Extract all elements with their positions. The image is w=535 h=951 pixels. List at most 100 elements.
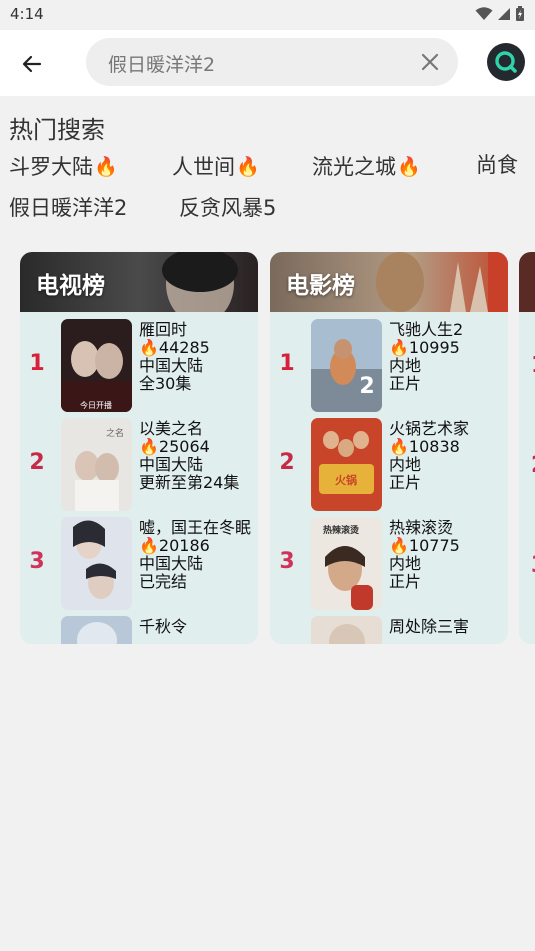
poster-image: 今日开播	[61, 319, 132, 412]
ranking-card-movie: 电影榜 1 2 飞驰人生2 🔥10995 内地 正片 2 火锅 火锅艺术家 🔥1…	[270, 252, 508, 644]
close-icon	[421, 53, 439, 71]
rank-number: 3	[29, 549, 45, 574]
item-title: 热辣滚烫	[389, 519, 454, 537]
heat-count: 25064	[158, 438, 210, 456]
rank-number: 3	[279, 549, 295, 574]
peek-card-image: 1 2 3	[519, 252, 535, 578]
item-title: 嘘，国王在冬眠	[139, 519, 251, 537]
search-submit-button[interactable]	[487, 43, 525, 81]
ranking-row[interactable]: 2 火锅 火锅艺术家 🔥10838 内地 正片	[270, 418, 508, 514]
item-title: 火锅艺术家	[389, 420, 470, 438]
rank-number: 1	[29, 351, 45, 376]
heat-line: 🔥10838	[389, 438, 501, 456]
svg-text:3: 3	[531, 553, 535, 578]
battery-icon	[516, 6, 524, 21]
ranking-row[interactable]: 1 今日开播 雁回时 🔥44285 中国大陆 全30集	[20, 319, 258, 415]
item-info: 嘘，国王在冬眠 🔥20186 中国大陆 已完结	[139, 519, 251, 591]
item-region: 内地	[389, 357, 422, 375]
status-bar: 4:14	[0, 0, 535, 30]
heat-line: 🔥44285	[139, 339, 251, 357]
ranking-row[interactable]: 2 之名 以美之名 🔥25064 中国大陆 更新至第24集	[20, 418, 258, 514]
fire-icon: 🔥	[139, 537, 159, 555]
status-time: 4:14	[10, 5, 44, 23]
poster-image: 火锅	[311, 418, 382, 511]
hot-search-item[interactable]: 假日暖洋洋2	[9, 192, 127, 222]
item-info: 热辣滚烫 🔥10775 内地 正片	[389, 519, 501, 591]
item-status: 正片	[389, 573, 422, 591]
item-region: 中国大陆	[139, 456, 204, 474]
item-title: 周处除三害	[389, 618, 470, 636]
hot-search-label: 斗罗大陆	[9, 155, 93, 179]
item-region: 内地	[389, 456, 422, 474]
hot-search-label: 流光之城	[312, 155, 396, 179]
item-title: 飞驰人生2	[389, 321, 464, 339]
poster-image	[61, 616, 132, 644]
ranking-row[interactable]: 1 2 飞驰人生2 🔥10995 内地 正片	[270, 319, 508, 415]
item-info: 火锅艺术家 🔥10838 内地 正片	[389, 420, 501, 492]
fire-icon: 🔥	[389, 438, 409, 456]
ranking-card-tv: 电视榜 1 今日开播 雁回时 🔥44285 中国大陆 全30集 2 之名 以美之…	[20, 252, 258, 644]
hot-search-label: 反贪风暴5	[179, 196, 277, 220]
svg-text:之名: 之名	[106, 427, 124, 439]
card-title: 电影榜	[286, 273, 355, 299]
item-status: 全30集	[139, 375, 192, 393]
rank-number: 2	[279, 450, 295, 475]
poster-image	[61, 517, 132, 610]
item-status: 正片	[389, 375, 422, 393]
ranking-card-next[interactable]: 1 2 3	[519, 252, 535, 644]
hot-search-item[interactable]: 人世间 🔥	[172, 151, 260, 181]
heat-count: 10838	[408, 438, 460, 456]
search-icon	[495, 51, 517, 73]
rank-number: 2	[29, 450, 45, 475]
poster-image: 热辣滚烫	[311, 517, 382, 610]
item-title: 雁回时	[139, 321, 188, 339]
rank-number: 1	[279, 351, 295, 376]
fire-icon: 🔥	[236, 155, 260, 178]
item-title: 以美之名	[139, 420, 204, 438]
svg-text:1: 1	[531, 353, 535, 378]
status-icons	[475, 6, 525, 22]
heat-line: 🔥10775	[389, 537, 501, 555]
fire-icon: 🔥	[389, 339, 409, 357]
heat-count: 10775	[408, 537, 460, 555]
card-header-image: 电影榜	[270, 252, 508, 312]
search-input[interactable]: 假日暖洋洋2	[108, 50, 215, 77]
ranking-row[interactable]: 3 嘘，国王在冬眠 🔥20186 中国大陆 已完结	[20, 517, 258, 613]
back-button[interactable]	[14, 46, 50, 82]
clear-search-button[interactable]	[418, 50, 442, 74]
heat-count: 10995	[408, 339, 460, 357]
heat-line: 🔥10995	[389, 339, 501, 357]
hot-search-title: 热门搜索	[9, 116, 105, 144]
heat-line: 🔥25064	[139, 438, 251, 456]
hot-search-item[interactable]: 反贪风暴5	[179, 192, 276, 222]
hot-search-label: 尚食	[476, 153, 518, 177]
hot-search-item[interactable]: 流光之城 🔥	[312, 151, 421, 181]
arrow-left-icon	[22, 55, 42, 73]
fire-icon: 🔥	[139, 339, 159, 357]
ranking-row[interactable]: 周处除三害	[270, 616, 508, 644]
hot-search-item[interactable]: 尚食	[476, 149, 518, 179]
fire-icon: 🔥	[389, 537, 409, 555]
card-header-image: 电视榜	[20, 252, 258, 324]
wifi-icon	[475, 7, 493, 20]
svg-text:2: 2	[359, 374, 374, 399]
fire-icon: 🔥	[397, 155, 421, 178]
hot-search-label: 假日暖洋洋2	[9, 196, 128, 220]
hot-search-item[interactable]: 斗罗大陆 🔥	[9, 151, 118, 181]
item-region: 中国大陆	[139, 555, 204, 573]
hot-search-label: 人世间	[172, 155, 235, 179]
svg-text:今日开播: 今日开播	[80, 400, 112, 410]
poster-image	[311, 616, 382, 644]
item-info: 雁回时 🔥44285 中国大陆 全30集	[139, 321, 251, 393]
heat-count: 44285	[158, 339, 210, 357]
ranking-row[interactable]: 千秋令	[20, 616, 258, 644]
search-header: 假日暖洋洋2	[0, 30, 535, 96]
heat-line: 🔥20186	[139, 537, 251, 555]
item-info: 以美之名 🔥25064 中国大陆 更新至第24集	[139, 420, 251, 492]
fire-icon: 🔥	[94, 155, 118, 178]
search-field[interactable]: 假日暖洋洋2	[86, 38, 458, 86]
card-title: 电视榜	[36, 273, 105, 299]
item-status: 已完结	[139, 573, 188, 591]
ranking-row[interactable]: 3 热辣滚烫 热辣滚烫 🔥10775 内地 正片	[270, 517, 508, 613]
svg-text:2: 2	[531, 453, 535, 478]
